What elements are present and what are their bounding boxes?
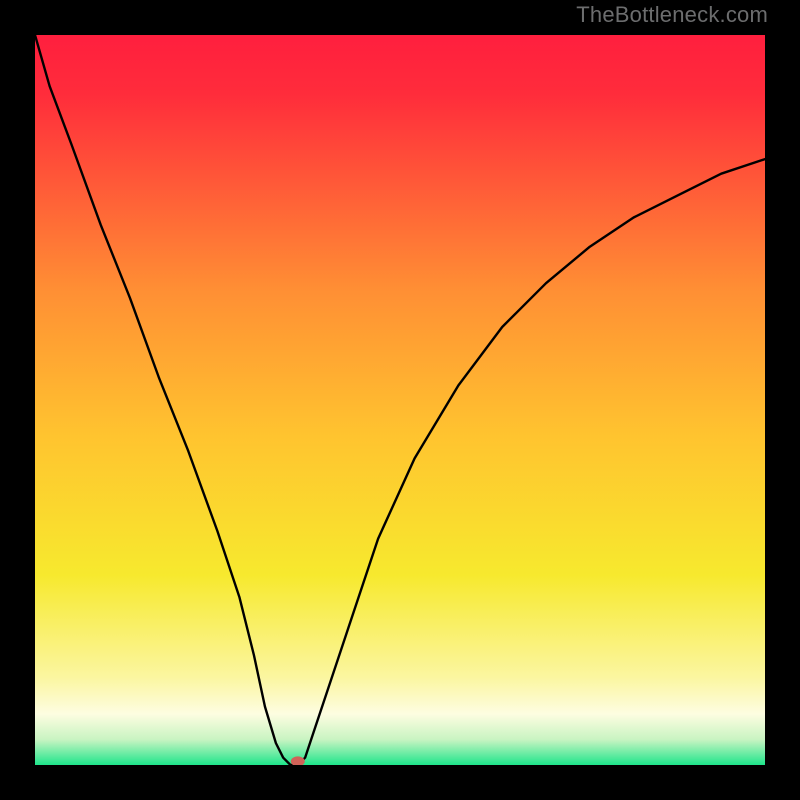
watermark-text: TheBottleneck.com xyxy=(576,2,768,28)
gradient-background xyxy=(35,35,765,765)
bottleneck-chart xyxy=(35,35,765,765)
chart-frame: TheBottleneck.com xyxy=(0,0,800,800)
